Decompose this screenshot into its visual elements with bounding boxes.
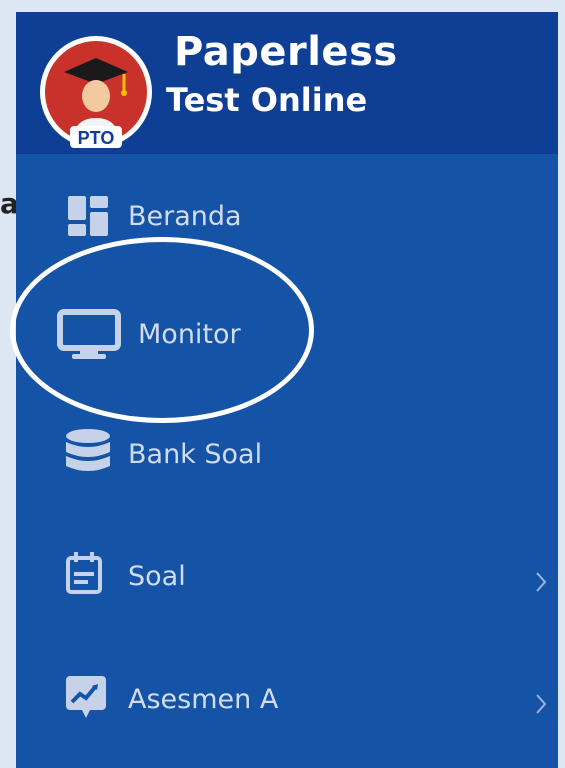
brand-title-line2: Test Online — [166, 81, 368, 119]
chart-card-icon — [66, 676, 106, 718]
chevron-right-icon — [536, 694, 547, 714]
brand-title-line1: Paperless — [174, 29, 398, 75]
sidebar-item-soal[interactable]: Soal — [16, 522, 558, 622]
sidebar-item-bank-soal[interactable]: Bank Soal — [16, 402, 558, 502]
pto-logo: PTO — [40, 36, 152, 148]
sidebar-item-label: Beranda — [128, 201, 242, 232]
highlight-annotation-circle — [10, 237, 314, 423]
sidebar-item-label: Asesmen A — [128, 684, 279, 715]
logo-text: PTO — [78, 128, 115, 148]
dashboard-icon — [68, 196, 108, 236]
brand-header[interactable]: PTO Paperless Test Online — [16, 12, 558, 154]
sidebar-item-label: Bank Soal — [128, 439, 263, 470]
sidebar-item-label: Soal — [128, 561, 186, 592]
database-icon — [66, 429, 110, 471]
sidebar-item-asesmen[interactable]: Asesmen A — [16, 644, 558, 744]
chevron-right-icon — [536, 572, 547, 592]
calendar-list-icon — [66, 552, 102, 594]
